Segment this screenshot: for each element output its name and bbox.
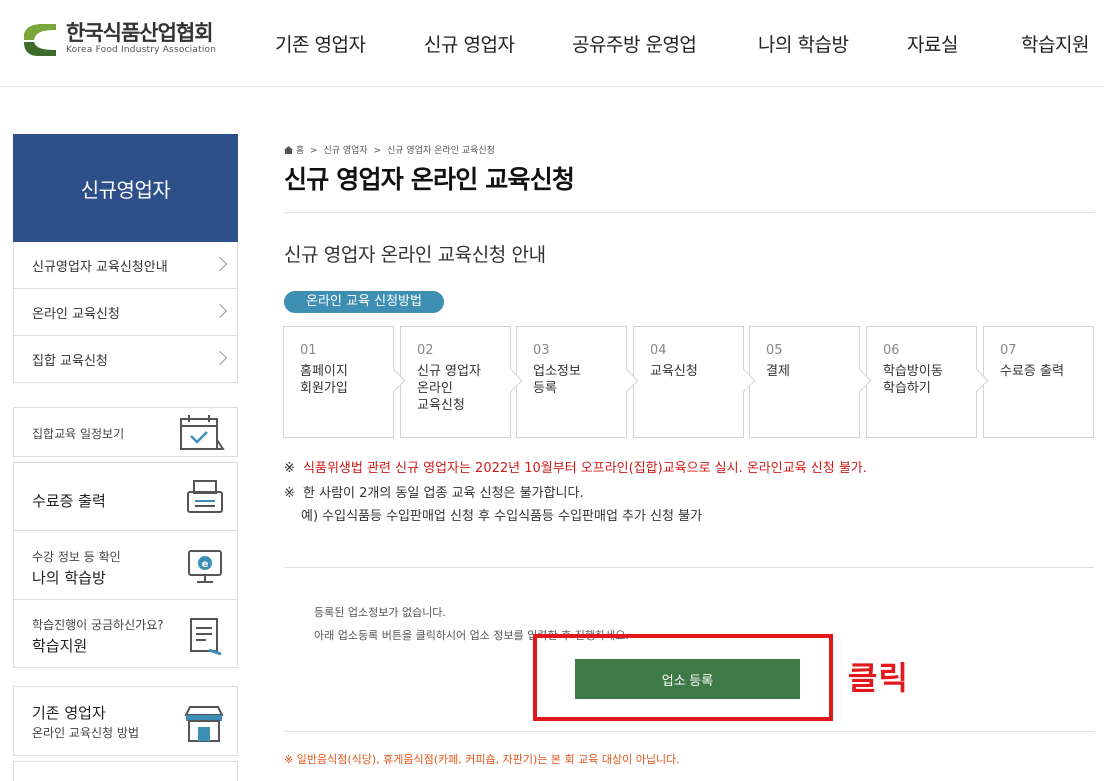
nav-archive[interactable]: 자료실 [907,30,958,57]
warning-note: ※ 식품위생법 관련 신규 영업자는 2022년 10월부터 오프라인(집합)교… [284,457,867,476]
home-icon [284,146,293,154]
breadcrumb: 홈 > 신규 영업자 > 신규 영업자 온라인 교육신청 [284,143,495,156]
note-mark: ※ [284,461,295,476]
page-title: 신규 영업자 온라인 교육신청 [284,165,575,194]
nav-learning-support[interactable]: 학습지원 [1021,30,1089,57]
step-number: 04 [650,343,667,358]
section-title: 신규 영업자 온라인 교육신청 안내 [284,244,546,266]
quick-certificate[interactable]: 수료증 출력 [13,462,238,531]
quick-certificate-label: 수료증 출력 [32,492,106,510]
step-number: 05 [766,343,783,358]
quick-existing-business[interactable]: 기존 영업자 온라인 교육신청 방법 [13,686,238,756]
sidebar-title: 신규영업자 [13,134,238,242]
quick-learning-support-label: 학습지원 [32,637,88,655]
step-number: 01 [300,343,317,358]
quick-learning-support[interactable]: 학습진행이 궁금하신가요? 학습지원 [13,599,238,668]
breadcrumb-section[interactable]: 신규 영업자 [323,146,367,156]
sidebar-menu: 신규영업자 교육신청안내 온라인 교육신청 집합 교육신청 [13,242,238,383]
quick-existing-business-hint: 온라인 교육신청 방법 [32,726,139,740]
note-mark: ※ [284,486,295,501]
calendar-check-icon [180,415,225,450]
sidebar-item-label: 집합 교육신청 [32,353,108,369]
quick-next-box [13,761,238,781]
chevron-right-icon [212,303,228,319]
footer-note: ※ 일반음식점(식당), 휴게음식점(카페, 커피숍, 자판기)는 본 회 교육… [284,753,680,766]
step-card: 02 신규 영업자 온라인 교육신청 [400,326,523,438]
breadcrumb-separator: > [373,146,382,156]
step-label: 신규 영업자 온라인 교육신청 [417,364,481,413]
duplicate-note: ※ 한 사람이 2개의 동일 업종 교육 신청은 불가합니다. [284,482,584,501]
quick-learning-support-hint: 학습진행이 궁금하신가요? [32,618,164,632]
step-number: 02 [417,343,434,358]
duplicate-notice: 한 사람이 2개의 동일 업종 교육 신청은 불가합니다. [303,486,584,501]
quick-existing-business-label: 기존 영업자 [32,704,106,722]
divider [284,212,1094,213]
quick-schedule[interactable]: 집합교육 일정보기 [13,407,238,457]
printer-icon [187,480,223,513]
nav-shared-kitchen[interactable]: 공유주방 운영업 [572,30,697,57]
kfia-logo-icon [22,22,58,56]
sidebar-item-label: 신규영업자 교육신청안내 [32,259,168,275]
step-card: 07 수료증 출력 [983,326,1094,438]
step-number: 07 [1000,343,1017,358]
nav-existing-business[interactable]: 기존 영업자 [275,30,366,57]
step-card: 04 교육신청 [633,326,756,438]
sidebar-item-group[interactable]: 집합 교육신청 [14,335,237,382]
click-highlight-box [533,634,833,721]
step-card: 05 결제 [749,326,872,438]
chevron-right-icon [212,256,228,272]
step-label: 업소정보 등록 [533,364,581,396]
sidebar-item-online[interactable]: 온라인 교육신청 [14,288,237,335]
sidebar-item-label: 온라인 교육신청 [32,306,120,322]
quick-my-study-room[interactable]: 수강 정보 등 확인 나의 학습방 e [13,530,238,600]
nav-new-business[interactable]: 신규 영업자 [424,30,515,57]
logo-english-name: Korea Food Industry Association [66,45,217,55]
step-card: 01 홈페이지 회원가입 [283,326,406,438]
quick-my-study-room-label: 나의 학습방 [32,569,106,587]
divider [284,731,1094,732]
offline-only-notice: 식품위생법 관련 신규 영업자는 2022년 10월부터 오프라인(집합)교육으… [303,461,867,476]
sidebar-item-guide[interactable]: 신규영업자 교육신청안내 [14,242,237,288]
step-label: 수료증 출력 [1000,364,1064,379]
chevron-right-icon [212,350,228,366]
step-number: 06 [883,343,900,358]
step-label: 홈페이지 회원가입 [300,364,348,396]
divider [284,567,1094,568]
nav-my-study-room[interactable]: 나의 학습방 [758,30,849,57]
svg-text:e: e [202,559,209,570]
document-edit-icon [190,618,222,656]
step-label: 학습방이동 학습하기 [883,364,943,396]
no-business-message: 등록된 업소정보가 없습니다. [314,606,446,619]
store-icon [184,706,224,742]
step-label: 결제 [766,364,790,379]
logo-korean-name: 한국식품산업협회 [66,21,214,45]
click-callout: 클릭 [848,659,909,697]
step-card: 06 학습방이동 학습하기 [866,326,989,438]
quick-schedule-label: 집합교육 일정보기 [32,427,125,441]
quick-my-study-room-hint: 수강 정보 등 확인 [32,550,121,564]
breadcrumb-current: 신규 영업자 온라인 교육신청 [387,146,495,156]
method-badge: 온라인 교육 신청방법 [284,291,444,313]
breadcrumb-separator: > [310,146,318,156]
site-logo[interactable]: 한국식품산업협회 Korea Food Industry Association [22,22,216,56]
site-header: 한국식품산업협회 Korea Food Industry Association… [0,0,1104,87]
step-number: 03 [533,343,550,358]
step-label: 교육신청 [650,364,698,379]
step-card: 03 업소정보 등록 [516,326,639,438]
example-notice: 예) 수입식품등 수입판매업 신청 후 수입식품등 수입판매업 추가 신청 불가 [301,509,703,524]
breadcrumb-home[interactable]: 홈 [296,146,304,156]
monitor-e-icon: e [188,550,222,583]
